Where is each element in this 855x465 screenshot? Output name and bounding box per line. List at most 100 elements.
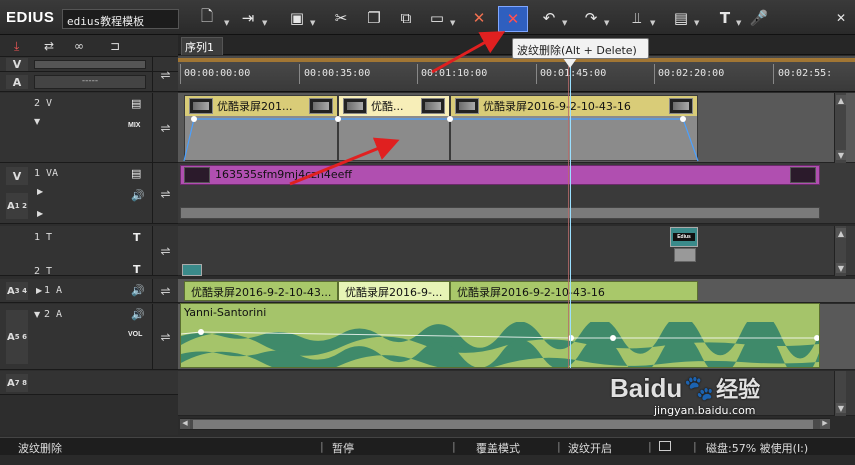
title-track-icon[interactable]: T <box>133 231 141 244</box>
collapse-icon[interactable]: ▼ <box>34 310 40 319</box>
track-header-v2[interactable]: 2 V ▼ ▤ MIX ⇌ <box>0 93 178 163</box>
status-overwrite[interactable]: 覆盖模式 <box>476 440 520 456</box>
track-header-a2[interactable]: A5 6 ▼ 2 A 🔊 VOL ⇌ <box>0 304 178 370</box>
timeline-hscroll[interactable]: ◀ ▶ <box>180 418 830 430</box>
title-clip-body[interactable] <box>674 248 696 262</box>
collapse-icon[interactable]: ✕ <box>830 7 852 29</box>
title-track-icon[interactable]: T <box>133 263 141 276</box>
vol-label[interactable]: VOL <box>128 331 142 338</box>
audio-channel-label[interactable]: A1 2 <box>6 193 28 219</box>
audio-clip-music[interactable]: Yanni-Santorini <box>180 303 820 368</box>
insert-mode-icon[interactable]: ⤓ <box>14 39 19 54</box>
video-audio-clip[interactable]: 163535sfm9mj4czn4eeff <box>180 165 820 185</box>
chevron-down-icon[interactable]: ▼ <box>262 20 270 27</box>
status-ripple[interactable]: 波纹开启 <box>568 440 612 456</box>
timecode-label: 00:01:45:00 <box>540 68 607 79</box>
scroll-down-icon[interactable]: ▼ <box>836 263 846 273</box>
speaker-icon[interactable]: 🔊 <box>131 189 145 202</box>
copy-icon[interactable]: ❐ <box>363 7 385 29</box>
timecode-label: 00:00:35:00 <box>304 68 371 79</box>
video-monitor-icon[interactable]: ▤ <box>131 167 141 180</box>
delete-icon[interactable]: ✕ <box>468 7 490 29</box>
hscroll-thumb[interactable] <box>193 420 813 429</box>
ripple-delete-icon[interactable]: ✕ <box>498 6 528 32</box>
sync-icon[interactable]: ⇌ <box>152 57 178 92</box>
video-monitor-icon[interactable]: ▤ <box>131 97 141 110</box>
chevron-down-icon[interactable]: ▼ <box>604 20 612 27</box>
playhead-line[interactable] <box>570 66 571 368</box>
scroll-up-icon[interactable]: ▲ <box>836 95 846 105</box>
chevron-down-icon[interactable]: ▼ <box>736 20 744 27</box>
audio-clip[interactable]: 优酷录屏2016-9-2-10-43-16 <box>450 281 698 301</box>
undo-icon[interactable]: ↶ <box>538 7 560 29</box>
lock-label-v[interactable]: V <box>6 58 28 71</box>
scroll-down-icon[interactable]: ▼ <box>836 403 846 413</box>
chevron-down-icon[interactable]: ▼ <box>562 20 570 27</box>
tab-sequence-1[interactable]: 序列1 <box>181 37 223 55</box>
scroll-up-icon[interactable]: ▲ <box>836 228 846 238</box>
audio-scrollbar[interactable]: ▼ <box>834 371 846 416</box>
redo-icon[interactable]: ↷ <box>580 7 602 29</box>
expand-icon[interactable]: ▶ <box>37 209 43 218</box>
lock-label-a[interactable]: A <box>6 75 28 89</box>
import-icon[interactable]: ⇥ <box>237 7 259 29</box>
scroll-left-icon[interactable]: ◀ <box>180 419 190 429</box>
paste-icon[interactable]: ⧉ <box>395 7 417 29</box>
speaker-icon[interactable]: 🔊 <box>131 284 145 297</box>
audio-channel-label[interactable]: A5 6 <box>6 310 28 364</box>
snap-icon[interactable]: ⊐ <box>110 39 120 53</box>
mix-label[interactable]: MIX <box>128 122 140 129</box>
chevron-down-icon[interactable]: ▼ <box>694 20 702 27</box>
row-num: 1 2 <box>14 202 27 210</box>
cut-icon[interactable]: ✂ <box>330 7 352 29</box>
split-icon[interactable]: ⫫ <box>626 7 648 29</box>
track-header-a78[interactable]: A7 8 <box>0 371 178 395</box>
chevron-down-icon[interactable]: ▼ <box>450 20 458 27</box>
audio-clip-selected[interactable]: 优酷录屏2016-9-... <box>338 281 450 301</box>
new-project-icon[interactable]: 🗋 <box>196 7 218 29</box>
title-icon[interactable]: T <box>714 7 736 29</box>
lane-t[interactable] <box>178 226 855 276</box>
sync-icon[interactable]: ⇌ <box>152 93 178 163</box>
t-scrollbar[interactable]: ▲ ▼ <box>834 226 846 276</box>
lock-icon[interactable]: V <box>6 167 28 185</box>
speaker-icon[interactable]: 🔊 <box>131 308 145 321</box>
expand-icon[interactable]: ▶ <box>36 286 42 295</box>
sync-lock-icon[interactable]: ∞ <box>74 39 84 53</box>
expand-icon[interactable]: ▶ <box>37 187 43 196</box>
v2-mix-keyframes[interactable] <box>178 93 708 163</box>
track-header-a1[interactable]: A3 4 ▶ 1 A 🔊 ⇌ <box>0 279 178 303</box>
audio-channel-label[interactable]: A7 8 <box>6 374 28 392</box>
row-num: 3 4 <box>14 287 27 295</box>
timecode-label: 00:02:20:00 <box>658 68 725 79</box>
title-clip-small[interactable] <box>182 264 202 276</box>
sync-icon[interactable]: ⇌ <box>152 279 178 303</box>
zoom-slider[interactable] <box>34 60 146 69</box>
scroll-down-icon[interactable]: ▼ <box>836 150 846 160</box>
expand-icon[interactable]: ▼ <box>34 117 40 126</box>
chevron-down-icon[interactable]: ▼ <box>650 20 658 27</box>
audio-clip[interactable]: 优酷录屏2016-9-2-10-43... <box>184 281 338 301</box>
track-header-va1[interactable]: V A1 2 1 VA ▶ ▶ ▤ 🔊 ⇌ <box>0 163 178 224</box>
va1-audio-strip[interactable] <box>180 207 820 219</box>
voiceover-icon[interactable]: 🎤 <box>748 7 770 29</box>
sync-icon[interactable]: ⇌ <box>152 163 178 224</box>
ruler-tick <box>180 64 181 84</box>
scroll-right-icon[interactable]: ▶ <box>820 419 830 429</box>
v2-scrollbar[interactable]: ▲ ▼ <box>834 93 846 163</box>
track-name: 2 V <box>34 98 53 109</box>
sync-icon[interactable]: ⇌ <box>152 226 178 276</box>
audio-channel-label[interactable]: A3 4 <box>6 282 28 300</box>
ripple-mode-icon[interactable]: ⇄ <box>44 39 54 53</box>
save-icon[interactable]: ▣ <box>286 7 308 29</box>
render-icon[interactable]: ▤ <box>670 7 692 29</box>
sync-icon[interactable]: ⇌ <box>152 304 178 370</box>
title-clip[interactable]: Edius <box>670 227 698 247</box>
project-name-field[interactable]: edius教程模板 <box>62 9 179 29</box>
playhead-handle[interactable] <box>563 58 577 68</box>
chevron-down-icon[interactable]: ▼ <box>224 20 232 27</box>
paste-insert-icon[interactable]: ▭ <box>426 7 448 29</box>
chevron-down-icon[interactable]: ▼ <box>310 20 318 27</box>
timeline-ruler[interactable]: 00:00:00:00 00:00:35:00 00:01:10:00 00:0… <box>178 56 855 92</box>
track-header-t[interactable]: 1 T 2 T T T ⇌ <box>0 226 178 277</box>
